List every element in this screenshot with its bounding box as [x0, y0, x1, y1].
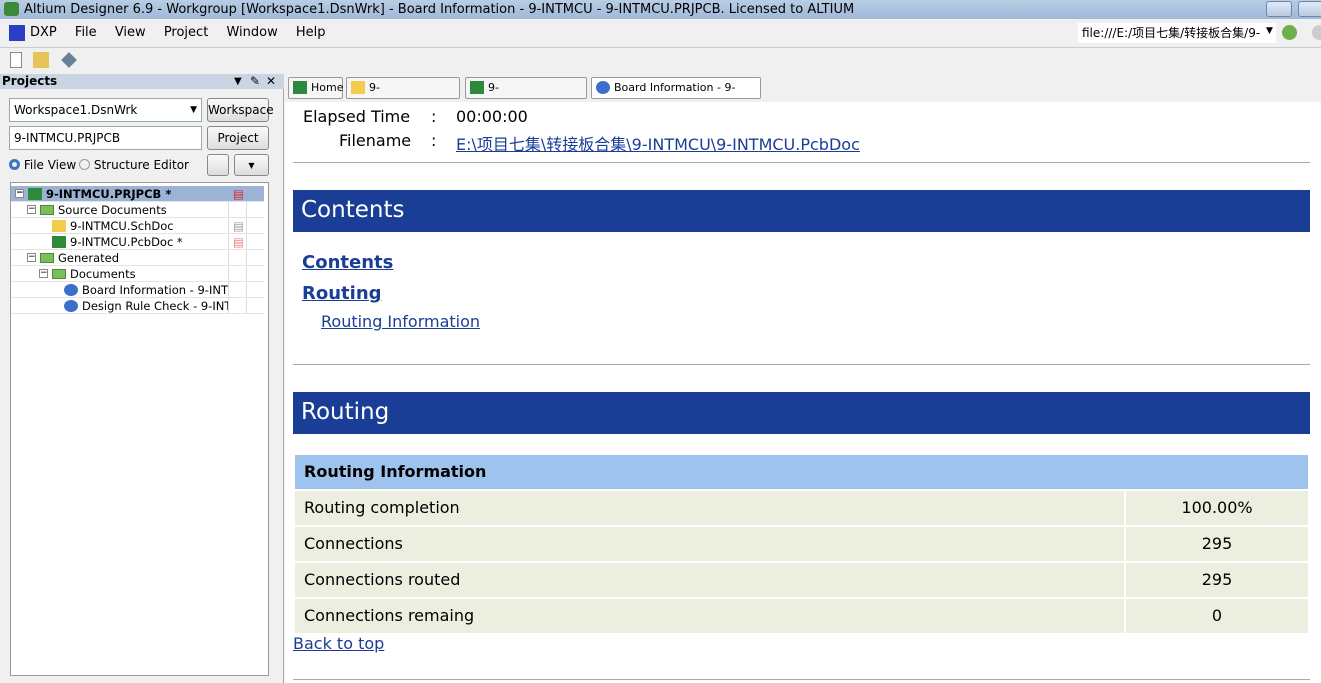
tab-home[interactable]: Home [288, 77, 343, 99]
link-routing-information[interactable]: Routing Information [321, 312, 480, 331]
menu-view[interactable]: View [115, 21, 146, 45]
dxp-icon [9, 25, 25, 41]
table-row-value: 295 [1126, 527, 1308, 561]
chevron-down-icon: ▼ [190, 105, 197, 115]
tab-board-information[interactable]: Board Information - 9-INTMCU [591, 77, 761, 114]
folder-icon [40, 253, 54, 263]
menu-project[interactable]: Project [164, 21, 208, 45]
table-row-label: Routing completion [295, 491, 1124, 525]
restore-button[interactable] [1298, 1, 1321, 17]
forward-icon[interactable] [1312, 25, 1321, 40]
pcb-icon [470, 81, 484, 94]
structure-editor-radio[interactable]: Structure Editor [79, 158, 189, 172]
modified-icon: ▤ [233, 187, 244, 201]
url-dropdown-icon[interactable]: ▼ [1266, 26, 1273, 36]
filename-label: Filename [339, 131, 412, 150]
elapsed-time-label: Elapsed Time [303, 107, 411, 126]
contents-header: Contents [293, 190, 1310, 232]
menu-window[interactable]: Window [226, 21, 277, 45]
panel-menu-icon[interactable]: ▼ [234, 74, 242, 89]
folder-icon [40, 205, 54, 215]
tree-item-pcbdoc[interactable]: 9-INTMCU.PcbDoc * ▤ [11, 234, 264, 250]
document-icon: ▤ [233, 219, 244, 233]
menu-file[interactable]: File [75, 21, 97, 45]
table-row-value: 100.00% [1126, 491, 1308, 525]
divider [293, 679, 1310, 680]
schematic-icon [351, 81, 365, 94]
compile-button[interactable] [207, 154, 229, 176]
projects-panel: Projects ▼ ✎ ✕ Workspace1.DsnWrk ▼ Worksp… [0, 74, 284, 683]
tree-item-board-information[interactable]: Board Information - 9-INTMCU. [11, 282, 264, 298]
tab-schdoc[interactable]: 9-INTMCU.SchDoc [346, 77, 460, 114]
schematic-icon [52, 220, 66, 232]
panel-title: Projects ▼ ✎ ✕ [0, 74, 284, 89]
html-doc-icon [596, 81, 610, 94]
radio-unchecked-icon [79, 159, 90, 170]
tree-item-source-documents[interactable]: − Source Documents [11, 202, 264, 218]
project-tree: − 9-INTMCU.PRJPCB * ▤ − Source Documents… [10, 182, 269, 676]
elapsed-time-value: 00:00:00 [456, 107, 528, 126]
workspace-select[interactable]: Workspace1.DsnWrk ▼ [9, 98, 202, 122]
tab-pcbdoc[interactable]: 9-INTMCU.PcbDoc * [465, 77, 587, 114]
document-tabs: Home 9-INTMCU.SchDoc 9-INTMCU.PcbDoc * B… [285, 74, 1321, 114]
document-options-button[interactable]: ▼ [234, 154, 269, 176]
tree-item-documents[interactable]: − Documents [11, 266, 264, 282]
tree-item-generated[interactable]: − Generated [11, 250, 264, 266]
menu-dxp[interactable]: DXP [30, 21, 57, 45]
link-contents[interactable]: Contents [302, 252, 393, 273]
back-to-top-link[interactable]: Back to top [293, 634, 384, 653]
home-icon [293, 81, 307, 94]
toolbar [0, 47, 1321, 72]
table-row-value: 295 [1126, 563, 1308, 597]
folder-icon [52, 269, 66, 279]
divider [293, 162, 1310, 163]
open-folder-icon[interactable] [33, 52, 49, 68]
collapse-icon[interactable]: − [27, 205, 36, 214]
layers-icon[interactable] [61, 52, 77, 68]
collapse-icon[interactable]: − [15, 189, 24, 198]
divider [293, 364, 1310, 365]
table-title: Routing Information [295, 455, 1308, 489]
project-field[interactable]: 9-INTMCU.PRJPCB [9, 126, 202, 150]
pcb-icon [52, 236, 66, 248]
table-row-label: Connections [295, 527, 1124, 561]
minimize-button[interactable] [1266, 1, 1292, 17]
project-button[interactable]: Project [207, 126, 269, 150]
routing-header: Routing [293, 392, 1310, 434]
app-icon [4, 2, 19, 16]
menu-help[interactable]: Help [296, 21, 326, 45]
collapse-icon[interactable]: − [27, 253, 36, 262]
report-content: Elapsed Time : 00:00:00 Filename : E:\项目… [285, 102, 1321, 683]
filename-link[interactable]: E:\项目七集\转接板合集\9-INTMCU\9-INTMCU.PcbDoc [456, 131, 860, 155]
new-file-icon[interactable] [10, 52, 22, 68]
table-row-label: Connections routed [295, 563, 1124, 597]
tree-item-schdoc[interactable]: 9-INTMCU.SchDoc ▤ [11, 218, 264, 234]
file-view-radio[interactable]: File View [9, 158, 76, 172]
pcb-project-icon [28, 188, 42, 200]
link-routing[interactable]: Routing [302, 283, 382, 304]
tree-item-design-rule-check[interactable]: Design Rule Check - 9-INTMCI [11, 298, 264, 314]
html-doc-icon [64, 300, 78, 312]
close-icon[interactable]: ✕ [266, 74, 276, 89]
table-row-label: Connections remaing [295, 599, 1124, 633]
workspace-button[interactable]: Workspace [207, 98, 274, 122]
url-input[interactable]: file:///E:/项目七集/转接板合集/9- [1078, 23, 1276, 43]
window-title: Altium Designer 6.9 - Workgroup [Workspa… [24, 2, 855, 17]
radio-checked-icon [9, 159, 20, 170]
modified-icon: ▤ [233, 235, 244, 249]
html-doc-icon [64, 284, 78, 296]
table-row-value: 0 [1126, 599, 1308, 633]
title-bar: Altium Designer 6.9 - Workgroup [Workspa… [0, 0, 1321, 19]
collapse-icon[interactable]: − [39, 269, 48, 278]
back-icon[interactable] [1282, 25, 1297, 40]
tree-item-project[interactable]: − 9-INTMCU.PRJPCB * ▤ [11, 186, 264, 202]
pin-icon[interactable]: ✎ [250, 74, 260, 89]
